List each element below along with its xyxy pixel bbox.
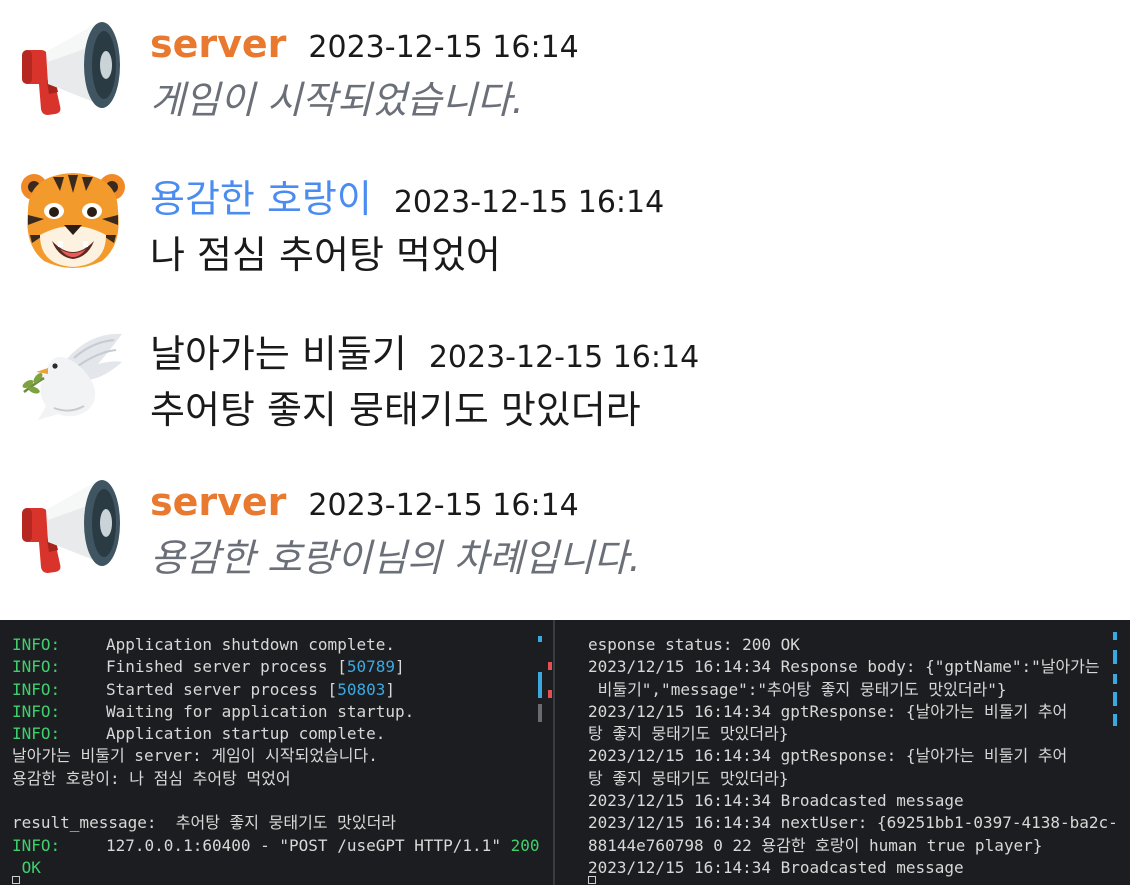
- message-author: server: [150, 22, 287, 66]
- message-text: 나 점심 추어탕 먹었어: [150, 233, 501, 277]
- chat-message: server 2023-12-15 16:14 게임이 시작되었습니다.: [0, 0, 1130, 140]
- log-line: 2023/12/15 16:14:34 gptResponse: {날아가는 비…: [588, 746, 1068, 766]
- log-line: INFO: Started server process [50803]: [0, 679, 552, 701]
- log-line: result_message: 추어탕 좋지 뭉태기도 맛있더라: [12, 813, 397, 833]
- message-text: 추어탕 좋지 뭉태기도 맛있더라: [150, 388, 641, 432]
- log-line: INFO: Application shutdown complete.: [0, 634, 552, 656]
- log-line: INFO: Waiting for application startup.: [0, 701, 552, 723]
- message-author: 용감한 호랑이: [150, 177, 372, 221]
- process-id: 50789: [346, 657, 395, 677]
- megaphone-icon: [18, 468, 128, 578]
- scrollbar-marker[interactable]: [1113, 650, 1117, 664]
- scrollbar-marker[interactable]: [538, 672, 542, 698]
- chat-message: server 2023-12-15 16:14 용감한 호랑이님의 차례입니다.: [0, 458, 1130, 598]
- log-line: OK: [12, 857, 41, 877]
- megaphone-icon: [18, 10, 128, 120]
- terminal-pane-right[interactable]: esponse status: 200 OK 2023/12/15 16:14:…: [558, 620, 1130, 885]
- terminal-cursor: [12, 876, 20, 884]
- log-line-empty: [0, 790, 552, 812]
- chat-message: 용감한 호랑이 2023-12-15 16:14 나 점심 추어탕 먹었어: [0, 155, 1130, 295]
- scrollbar-thumb[interactable]: [538, 704, 542, 722]
- message-timestamp: 2023-12-15 16:14: [308, 30, 579, 65]
- process-id: 50803: [337, 679, 386, 699]
- scrollbar-marker[interactable]: [1113, 674, 1117, 684]
- log-level: INFO:: [12, 835, 61, 855]
- log-line: 2023/12/15 16:14:34 Broadcasted message: [588, 857, 964, 877]
- log-line: 날아가는 비둘기 server: 게임이 시작되었습니다.: [12, 746, 378, 766]
- log-line: 비둘기","message":"추어탕 좋지 뭉태기도 맛있더라"}: [588, 679, 1007, 699]
- log-line: esponse status: 200 OK: [588, 635, 800, 654]
- message-timestamp: 2023-12-15 16:14: [428, 340, 700, 375]
- scrollbar-marker[interactable]: [1113, 692, 1117, 706]
- message-author: 날아가는 비둘기: [150, 332, 407, 376]
- log-line: 용감한 호랑이: 나 점심 추어탕 먹었어: [12, 768, 291, 788]
- dove-icon: [18, 320, 128, 430]
- message-text: 게임이 시작되었습니다.: [150, 78, 524, 122]
- log-level: INFO:: [12, 679, 61, 699]
- log-line: INFO: Finished server process [50789]: [0, 656, 552, 678]
- log-line: 2023/12/15 16:14:34 gptResponse: {날아가는 비…: [588, 701, 1068, 721]
- log-level: INFO:: [12, 657, 61, 677]
- pane-divider[interactable]: [553, 620, 555, 885]
- log-line: 탕 좋지 뭉태기도 맛있더라}: [588, 724, 789, 744]
- log-line: INFO: Application startup complete.: [0, 723, 552, 745]
- log-level: INFO:: [12, 701, 61, 721]
- message-timestamp: 2023-12-15 16:14: [393, 185, 665, 220]
- tiger-icon: [18, 165, 128, 275]
- chat-message: 날아가는 비둘기 2023-12-15 16:14 추어탕 좋지 뭉태기도 맛있…: [0, 310, 1130, 450]
- chat-log: server 2023-12-15 16:14 게임이 시작되었습니다. 용감한…: [0, 0, 1130, 620]
- log-line: INFO: 127.0.0.1:60400 - "POST /useGPT HTT…: [0, 835, 552, 857]
- message-author: server: [150, 480, 287, 524]
- scrollbar-marker[interactable]: [1113, 632, 1117, 640]
- scrollbar-marker[interactable]: [548, 662, 552, 670]
- terminal: INFO: Application shutdown complete. INFO…: [0, 620, 1130, 885]
- scrollbar-marker[interactable]: [548, 690, 552, 698]
- terminal-cursor: [588, 876, 596, 884]
- log-line: 2023/12/15 16:14:34 Broadcasted message: [588, 791, 964, 811]
- log-level: INFO:: [12, 724, 61, 744]
- scrollbar-marker[interactable]: [1113, 714, 1117, 726]
- terminal-pane-left[interactable]: INFO: Application shutdown complete. INFO…: [0, 620, 552, 885]
- scrollbar-marker[interactable]: [538, 636, 542, 642]
- log-line: 88144e760798 0 22 용감한 호랑이 human true pla…: [588, 835, 1043, 855]
- message-text: 용감한 호랑이님의 차례입니다.: [150, 536, 641, 580]
- log-line: 탕 좋지 뭉태기도 맛있더라}: [588, 768, 789, 788]
- log-line: 2023/12/15 16:14:34 Response body: {"gpt…: [588, 657, 1100, 677]
- log-level: INFO:: [12, 635, 61, 654]
- status-code: 200: [510, 835, 540, 855]
- log-line: 2023/12/15 16:14:34 nextUser: {69251bb1-…: [588, 813, 1118, 833]
- message-timestamp: 2023-12-15 16:14: [308, 488, 579, 523]
